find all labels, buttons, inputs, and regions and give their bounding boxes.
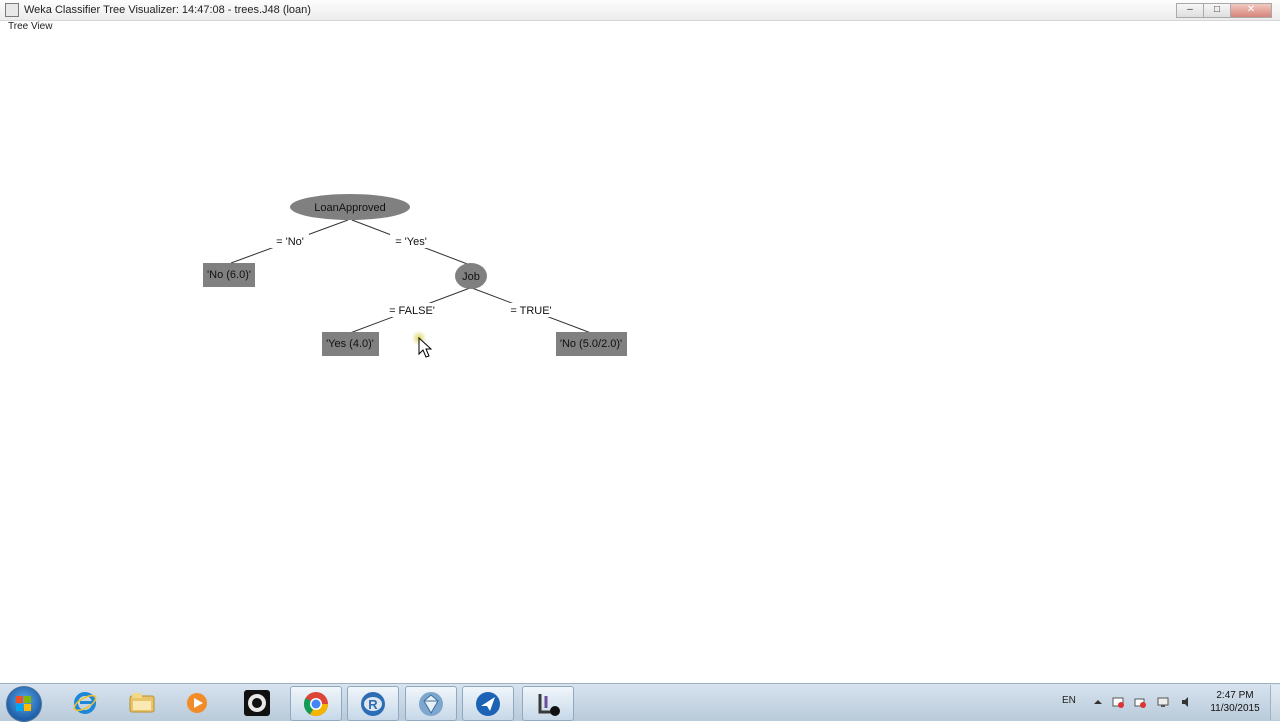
taskbar-rapidminer[interactable] — [405, 686, 457, 721]
clock-date: 11/30/2015 — [1210, 703, 1260, 714]
node-loan-approved-label: LoanApproved — [314, 202, 386, 214]
taskbar-r[interactable]: R — [347, 686, 399, 721]
clock-time: 2:47 PM — [1216, 690, 1254, 701]
window-title-bar[interactable]: Weka Classifier Tree Visualizer: 14:47:0… — [0, 0, 1280, 21]
close-icon: ✕ — [1246, 4, 1256, 15]
menu-tree-view[interactable]: Tree View — [8, 21, 52, 32]
edge-label-yes: = 'Yes' — [395, 236, 427, 248]
taskbar: R EN 2:47 PM 11/30/2015 — [0, 683, 1280, 722]
folder-icon — [129, 692, 155, 712]
maximize-button[interactable]: □ — [1203, 3, 1230, 18]
show-hidden-icons-icon[interactable] — [1092, 696, 1104, 708]
leaf-no-2-label: 'No (5.0/2.0)' — [560, 338, 622, 350]
taskbar-chrome[interactable] — [290, 686, 342, 721]
leaf-yes-label: 'Yes (4.0)' — [326, 338, 374, 350]
rapidminer-icon — [419, 691, 443, 716]
taskbar-internet-explorer[interactable] — [60, 686, 110, 719]
leaf-no-label: 'No (6.0)' — [207, 269, 251, 281]
mouse-cursor-icon — [418, 337, 433, 358]
edge-label-false: = FALSE' — [389, 305, 435, 317]
taskbar-media-player[interactable] — [172, 686, 222, 719]
taskbar-obs[interactable] — [232, 686, 282, 719]
minimize-button[interactable]: – — [1176, 3, 1203, 18]
power-icon[interactable] — [1134, 696, 1146, 708]
edge-label-no: = 'No' — [276, 236, 304, 248]
arrow-app-icon — [476, 691, 500, 716]
svg-text:R: R — [368, 697, 378, 712]
taskbar-weka[interactable] — [522, 686, 574, 721]
weka-icon — [538, 693, 560, 716]
start-button[interactable] — [6, 686, 42, 722]
decision-tree: = 'No' = 'Yes' = FALSE' = TRUE' LoanAppr… — [203, 194, 627, 356]
network-icon[interactable] — [1157, 696, 1169, 708]
window-controls: – □ ✕ — [1176, 3, 1272, 18]
node-job-label: Job — [462, 271, 480, 283]
taskbar-file-explorer[interactable] — [117, 686, 167, 719]
close-button[interactable]: ✕ — [1230, 3, 1272, 18]
show-desktop-button[interactable] — [1270, 685, 1280, 720]
system-clock[interactable]: 2:47 PM 11/30/2015 — [1205, 689, 1265, 715]
media-player-icon — [187, 692, 207, 713]
windows-logo-icon — [16, 696, 32, 712]
window-title: Weka Classifier Tree Visualizer: 14:47:0… — [24, 4, 311, 16]
action-center-icon[interactable] — [1112, 696, 1124, 708]
app-icon[interactable] — [5, 3, 19, 17]
taskbar-arrow-app[interactable] — [462, 686, 514, 721]
minimize-icon: – — [1187, 4, 1193, 15]
r-icon: R — [361, 691, 385, 716]
menu-bar: Tree View — [0, 21, 1280, 35]
edge-label-true: = TRUE' — [510, 305, 551, 317]
volume-icon[interactable] — [1180, 696, 1192, 708]
ie-icon — [73, 691, 97, 714]
language-indicator[interactable]: EN — [1062, 695, 1076, 706]
maximize-icon: □ — [1213, 4, 1221, 15]
obs-icon — [244, 689, 270, 716]
tree-canvas[interactable]: = 'No' = 'Yes' = FALSE' = TRUE' LoanAppr… — [0, 35, 1280, 683]
chrome-icon — [303, 691, 328, 716]
